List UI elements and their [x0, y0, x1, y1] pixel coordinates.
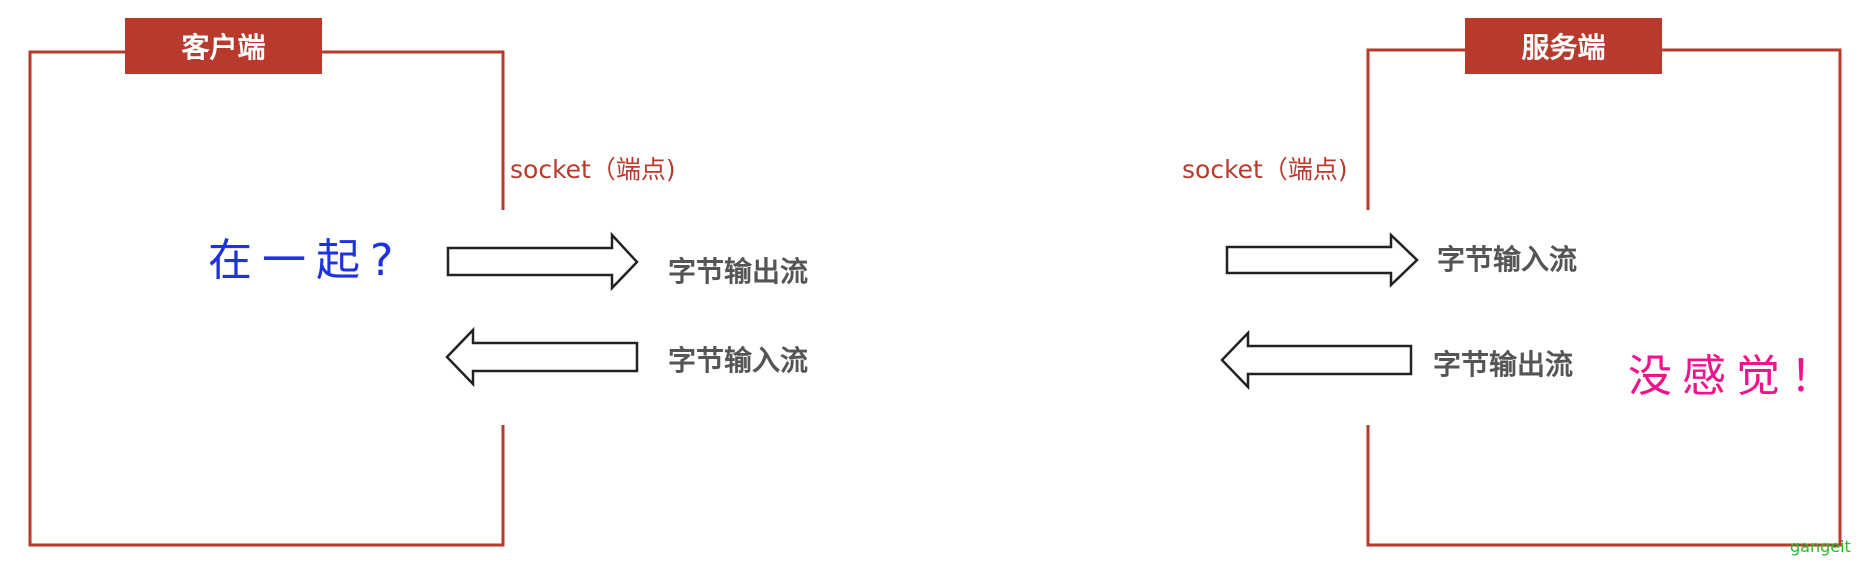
question-text: 在一起?	[208, 235, 404, 286]
client-output-arrow	[446, 231, 639, 292]
answer-text: 没感觉！	[1628, 351, 1844, 402]
watermark: gangeit	[1790, 537, 1851, 556]
client-title: 客户端	[125, 18, 322, 74]
client-input-stream-label: 字节输入流	[668, 344, 809, 377]
server-title: 服务端	[1465, 18, 1662, 74]
server-input-stream-label: 字节输入流	[1437, 243, 1578, 276]
server-frame	[1366, 48, 1842, 547]
client-input-arrow	[445, 326, 639, 388]
client-output-stream-label: 字节输出流	[668, 255, 809, 288]
server-output-arrow	[1220, 329, 1413, 391]
client-frame	[28, 50, 505, 547]
client-socket-label: socket（端点)	[510, 155, 676, 184]
server-output-stream-label: 字节输出流	[1433, 348, 1574, 381]
server-socket-label: socket（端点)	[1182, 155, 1348, 184]
server-input-arrow	[1225, 232, 1419, 288]
